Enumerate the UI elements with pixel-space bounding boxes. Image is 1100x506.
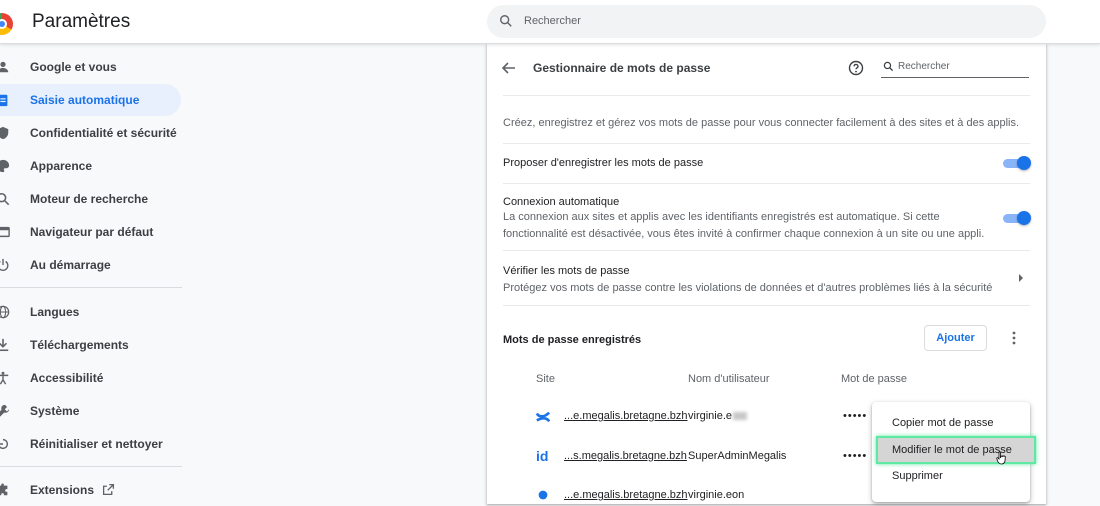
menu-item-label: Copier mot de passe: [892, 417, 994, 429]
auto-signin-line2: fonctionnalité est désactivée, vous êtes…: [503, 228, 985, 240]
external-link-icon: [102, 483, 115, 496]
sidebar-item-privacy[interactable]: Confidentialité et sécurité: [0, 117, 181, 149]
sidebar-item-reset[interactable]: Réinitialiser et nettoyer: [0, 428, 181, 460]
sidebar-item-autofill[interactable]: Saisie automatique: [0, 84, 181, 116]
page-title: Paramètres: [32, 11, 131, 32]
auto-signin-label: Connexion automatique: [503, 196, 620, 208]
sidebar-divider: [0, 466, 182, 467]
add-button-label: Ajouter: [936, 332, 975, 344]
sidebar-item-extensions[interactable]: Extensions: [0, 474, 181, 506]
header-bar: Paramètres Rechercher: [0, 0, 1100, 44]
sidebar-item-label: Google et vous: [30, 60, 117, 74]
offer-save-toggle[interactable]: [1003, 156, 1031, 170]
sidebar-item-label: Téléchargements: [30, 338, 129, 352]
menu-item-delete[interactable]: Supprimer: [872, 462, 1030, 490]
separator: [503, 183, 1030, 184]
restore-icon: [0, 438, 9, 450]
password-value: •••••: [843, 450, 868, 462]
username: virginie.e: [688, 410, 748, 422]
chevron-right-icon: [1019, 274, 1023, 282]
power-icon: [0, 258, 9, 272]
sidebar-item-label: Confidentialité et sécurité: [30, 126, 177, 140]
menu-item-label: Supprimer: [892, 470, 943, 482]
sidebar-item-appearance[interactable]: Apparence: [0, 150, 181, 182]
password-search-input[interactable]: Rechercher: [881, 58, 1029, 78]
check-passwords-row[interactable]: Vérifier les mots de passe Protégez vos …: [487, 251, 1046, 303]
site-link[interactable]: ...s.megalis.bretagne.bzh: [564, 450, 687, 462]
sidebar-item-google[interactable]: Google et vous: [0, 51, 181, 83]
saved-passwords-title: Mots de passe enregistrés: [503, 334, 642, 346]
search-placeholder: Rechercher: [524, 15, 581, 27]
auto-signin-toggle[interactable]: [1003, 211, 1031, 225]
check-passwords-label: Vérifier les mots de passe: [503, 265, 630, 277]
auto-signin-description: La connexion aux sites et applis avec le…: [503, 209, 984, 243]
username: SuperAdminMegalis: [688, 450, 787, 462]
sidebar-item-label: Accessibilité: [30, 371, 104, 385]
column-header-site: Site: [536, 373, 555, 385]
confluence-icon: [536, 411, 550, 423]
search-icon: [883, 61, 894, 72]
site-link[interactable]: ...e.megalis.bretagne.bzh: [564, 489, 688, 501]
more-options-icon[interactable]: [1008, 330, 1020, 346]
sidebar-item-label: Langues: [30, 305, 80, 319]
auto-signin-line1: La connexion aux sites et applis avec le…: [503, 211, 940, 223]
check-passwords-description: Protégez vos mots de passe contre les vi…: [503, 282, 993, 294]
sidebar-item-default-browser[interactable]: Navigateur par défaut: [0, 216, 181, 248]
help-icon[interactable]: [848, 60, 864, 76]
sidebar-item-search-engine[interactable]: Moteur de recherche: [0, 183, 181, 215]
wrench-icon: [0, 404, 10, 417]
search-icon: [500, 15, 512, 27]
shield-icon: [0, 126, 9, 140]
sidebar-item-languages[interactable]: Langues: [0, 296, 181, 328]
search-placeholder: Rechercher: [898, 61, 950, 72]
description-text: Créez, enregistrez et gérez vos mots de …: [503, 117, 1020, 129]
accessibility-icon: [0, 371, 9, 385]
id-icon: id: [536, 448, 549, 464]
sidebar-item-downloads[interactable]: Téléchargements: [0, 329, 181, 361]
site-link[interactable]: ...e.megalis.bretagne.bzh: [564, 410, 688, 422]
sidebar-item-label: Navigateur par défaut: [30, 225, 154, 239]
sidebar-item-label: Au démarrage: [30, 258, 111, 272]
person-icon: [0, 61, 9, 73]
sidebar-item-label: Apparence: [30, 159, 93, 173]
offer-save-label: Proposer d'enregistrer les mots de passe: [503, 157, 704, 169]
separator: [503, 95, 1030, 96]
sidebar-item-label: Réinitialiser et nettoyer: [30, 437, 163, 451]
menu-item-label: Modifier le mot de passe: [892, 444, 1012, 456]
sidebar-item-label: Moteur de recherche: [30, 192, 149, 206]
back-arrow-icon[interactable]: [501, 60, 517, 76]
search-icon: [0, 192, 10, 206]
password-value: •••••: [843, 410, 868, 422]
sidebar-item-startup[interactable]: Au démarrage: [0, 249, 181, 281]
column-header-username: Nom d'utilisateur: [688, 373, 770, 385]
sidebar-item-accessibility[interactable]: Accessibilité: [0, 362, 181, 394]
download-icon: [0, 338, 9, 352]
sidebar-divider: [0, 287, 182, 288]
sidebar-item-label: Système: [30, 404, 80, 418]
palette-icon: [0, 159, 10, 173]
add-password-button[interactable]: Ajouter: [924, 325, 987, 351]
menu-item-edit-password[interactable]: Modifier le mot de passe: [876, 436, 1036, 464]
sidebar-item-label: Saisie automatique: [30, 93, 140, 107]
hand-cursor-icon: [996, 451, 1006, 465]
chrome-logo-icon: [0, 13, 13, 35]
sidebar-item-system[interactable]: Système: [0, 395, 181, 427]
separator: [503, 143, 1030, 144]
settings-search-input[interactable]: Rechercher: [487, 5, 1046, 38]
clipboard-icon: [0, 94, 8, 107]
sidebar: Google et vous Saisie automatique Confid…: [0, 45, 190, 497]
site-icon: [538, 490, 548, 500]
card-title: Gestionnaire de mots de passe: [533, 61, 711, 75]
column-header-password: Mot de passe: [841, 373, 908, 385]
separator: [503, 305, 1030, 306]
username: virginie.eon: [688, 489, 745, 501]
menu-item-copy-password[interactable]: Copier mot de passe: [872, 409, 1030, 437]
globe-icon: [0, 305, 10, 319]
browser-icon: [0, 226, 10, 238]
